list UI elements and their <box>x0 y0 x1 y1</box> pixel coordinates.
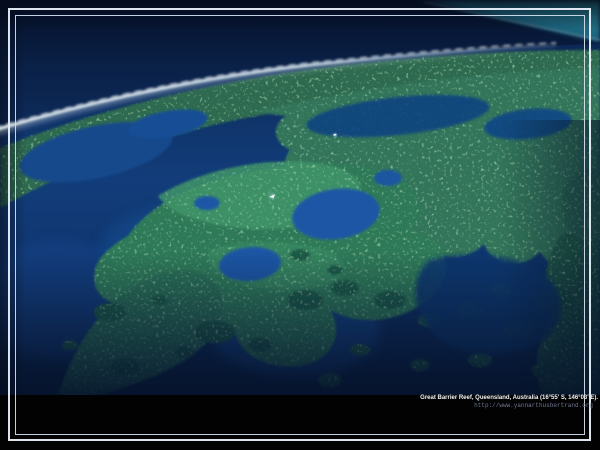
desktop-wallpaper: Great Barrier Reef, Queensland, Australi… <box>0 0 600 450</box>
photo-caption: Great Barrier Reef, Queensland, Australi… <box>420 394 598 409</box>
frame-inner-line <box>15 15 585 435</box>
caption-url: http://www.yannarthusbertrand.org <box>420 402 598 409</box>
caption-title: Great Barrier Reef, Queensland, Australi… <box>420 394 598 402</box>
